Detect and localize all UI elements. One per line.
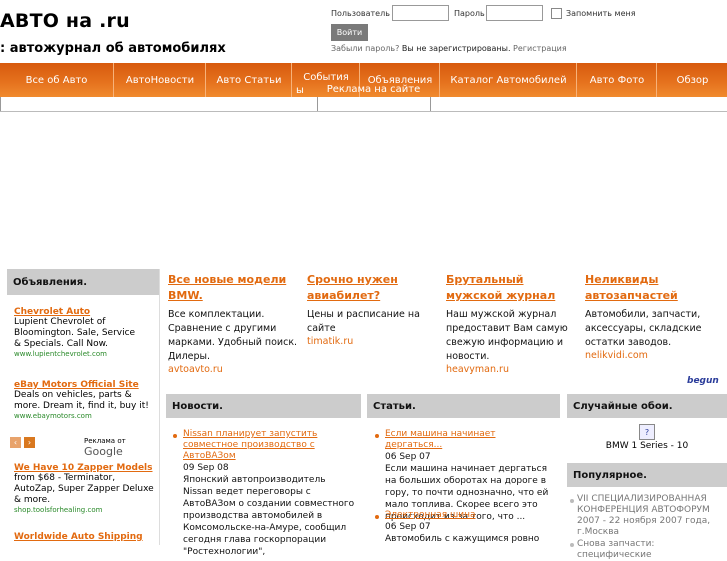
google-logo: Google bbox=[84, 445, 123, 458]
right-panel: Случайные обои. ? BMW 1 Series - 10 Попу… bbox=[567, 394, 727, 560]
ad-url[interactable]: www.ebaymotors.com bbox=[14, 412, 150, 420]
news-item-date: 09 Sep 08 bbox=[183, 463, 229, 473]
ad-title[interactable]: eBay Motors Official Site bbox=[14, 380, 150, 390]
ad-block: eBay Motors Official Site Deals on vehic… bbox=[14, 380, 150, 420]
context-ad-text: Все комплектации. Сравнение с другими ма… bbox=[168, 309, 298, 362]
ads-sidebar: Объявления. Chevrolet Auto Lupient Chevr… bbox=[7, 269, 160, 545]
nav-subrow bbox=[0, 97, 727, 112]
article-item-date: 06 Sep 07 bbox=[385, 452, 431, 462]
context-ad: Брутальный мужской журнал Наш мужской жу… bbox=[446, 272, 576, 375]
context-ad-url[interactable]: timatik.ru bbox=[307, 336, 441, 347]
article-item-title[interactable]: Электронная шина bbox=[385, 510, 555, 521]
ad-url[interactable]: www.lupientchevrolet.com bbox=[14, 350, 142, 358]
context-ad-title[interactable]: Неликвиды автозапчастей bbox=[585, 272, 710, 304]
context-ad-title[interactable]: Срочно нужен авиабилет? bbox=[307, 272, 441, 304]
article-item: Электронная шина 06 Sep 07 Автомобиль с … bbox=[385, 510, 555, 545]
context-ad-title[interactable]: Брутальный мужской журнал bbox=[446, 272, 576, 304]
username-label: Пользователь bbox=[331, 9, 390, 18]
nav-item-events-label: События bbox=[303, 72, 349, 83]
context-ad-text: Автомобили, запчасти, аксессуары, складс… bbox=[585, 309, 702, 348]
bullet-icon bbox=[570, 499, 574, 503]
ads-by-google[interactable]: Реклама от Google bbox=[84, 437, 159, 458]
context-ad-url[interactable]: avtoavto.ru bbox=[168, 364, 298, 375]
context-ad-url[interactable]: heavyman.ru bbox=[446, 364, 576, 375]
bullet-icon bbox=[375, 515, 379, 519]
register-link[interactable]: Регистрация bbox=[513, 44, 567, 53]
nav-sub-divider bbox=[0, 97, 1, 111]
password-label: Пароль bbox=[454, 9, 485, 18]
chevron-left-icon: ‹ bbox=[13, 438, 18, 447]
popular-item[interactable]: VII СПЕЦИАЛИЗИРОВАННАЯ КОНФЕРЕНЦИЯ АВТОФ… bbox=[577, 494, 723, 538]
ad-block: Chevrolet Auto Lupient Chevrolet of Bloo… bbox=[14, 307, 142, 358]
random-photos-header: Случайные обои. bbox=[567, 394, 727, 418]
article-item-title[interactable]: Если машина начинает дергаться... bbox=[385, 429, 555, 451]
ad-text: from $68 - Terminator, AutoZap, Super Za… bbox=[14, 473, 154, 505]
begun-logo[interactable]: begun bbox=[687, 376, 719, 386]
ad-title[interactable]: We Have 10 Zapper Models bbox=[14, 463, 154, 473]
context-ad: Неликвиды автозапчастей Автомобили, запч… bbox=[585, 272, 710, 361]
context-ad: Все новые модели BMW. Все комплектации. … bbox=[168, 272, 298, 375]
prev-ad-button[interactable]: ‹ bbox=[10, 437, 21, 448]
nav-item-photos[interactable]: Авто Фото bbox=[576, 63, 657, 97]
ad-text: Deals on vehicles, parts & more. Dream i… bbox=[14, 390, 149, 411]
nav-item-review[interactable]: Обзор bbox=[656, 63, 727, 97]
nav-item-about[interactable]: Все об Авто bbox=[0, 63, 113, 97]
username-input[interactable] bbox=[392, 5, 449, 21]
popular-item[interactable]: Снова запчасти: специфические bbox=[577, 539, 723, 561]
nav-item-news[interactable]: АвтоНовости bbox=[113, 63, 206, 97]
ad-title[interactable]: Chevrolet Auto bbox=[14, 307, 142, 317]
article-item: Если машина начинает дергаться... 06 Sep… bbox=[385, 429, 555, 523]
nav-item-catalog[interactable]: Каталог Автомобилей bbox=[439, 63, 577, 97]
next-ad-button[interactable]: › bbox=[24, 437, 35, 448]
article-item-text: Автомобиль с кажущимся ровно bbox=[385, 534, 540, 544]
bullet-icon bbox=[173, 434, 177, 438]
news-item-title[interactable]: Nissan планирует запустить совместное пр… bbox=[183, 429, 355, 462]
random-photo-caption[interactable]: BMW 1 Series - 10 bbox=[567, 441, 727, 451]
ad-title[interactable]: Worldwide Auto Shipping bbox=[14, 532, 154, 542]
context-ad-title[interactable]: Все новые модели BMW. bbox=[168, 272, 298, 304]
login-links: Забыли пароль? Вы не зарегистрированы. Р… bbox=[331, 44, 567, 53]
remember-checkbox[interactable] bbox=[551, 8, 562, 19]
ads-by-label: Реклама от bbox=[84, 437, 126, 445]
context-ad: Срочно нужен авиабилет? Цены и расписани… bbox=[307, 272, 441, 347]
bullet-icon bbox=[375, 434, 379, 438]
ad-block: Worldwide Auto Shipping bbox=[14, 532, 154, 542]
news-header: Новости. bbox=[166, 394, 361, 418]
article-item-date: 06 Sep 07 bbox=[385, 522, 431, 532]
chevron-right-icon: › bbox=[27, 438, 32, 447]
news-item-text: Японский автопроизводитель Nissan ведет … bbox=[183, 475, 355, 557]
nav-sub-divider bbox=[317, 97, 318, 111]
context-ad-text: Наш мужской журнал предоставит Вам самую… bbox=[446, 309, 568, 362]
bullet-icon bbox=[570, 543, 574, 547]
ads-sidebar-header: Объявления. bbox=[7, 269, 159, 295]
nav-item-advertising[interactable]: Реклама на сайте bbox=[317, 84, 430, 97]
site-slogan: : автожурнал об автомобилях bbox=[0, 41, 226, 56]
articles-header: Статьи. bbox=[367, 394, 560, 418]
news-panel: Новости. Nissan планирует запустить совм… bbox=[166, 394, 361, 557]
broken-image-icon[interactable]: ? bbox=[639, 424, 655, 440]
login-button[interactable]: Войти bbox=[331, 24, 368, 41]
remember-label: Запомнить меня bbox=[566, 9, 636, 18]
nav-sub-divider bbox=[430, 97, 431, 111]
context-ad-text: Цены и расписание на сайте bbox=[307, 309, 420, 334]
not-registered-text: Вы не зарегистрированы. bbox=[401, 44, 511, 53]
articles-panel: Статьи. Если машина начинает дергаться..… bbox=[367, 394, 560, 545]
nav-item-events-wrap: ы bbox=[296, 85, 304, 96]
forgot-password-link[interactable]: Забыли пароль? bbox=[331, 44, 399, 53]
site-title: АВТО на .ru bbox=[0, 10, 130, 32]
nav-item-articles[interactable]: Авто Статьи bbox=[205, 63, 292, 97]
news-item: Nissan планирует запустить совместное пр… bbox=[183, 429, 355, 558]
ad-text: Lupient Chevrolet of Bloomington. Sale, … bbox=[14, 317, 136, 349]
popular-header: Популярное. bbox=[567, 463, 727, 487]
context-ads: Все новые модели BMW. Все комплектации. … bbox=[166, 270, 720, 390]
ad-url[interactable]: shop.toolsforhealing.com bbox=[14, 506, 154, 514]
ad-block: We Have 10 Zapper Models from $68 - Term… bbox=[14, 463, 154, 514]
password-input[interactable] bbox=[486, 5, 543, 21]
context-ad-url[interactable]: nelikvidi.com bbox=[585, 350, 710, 361]
